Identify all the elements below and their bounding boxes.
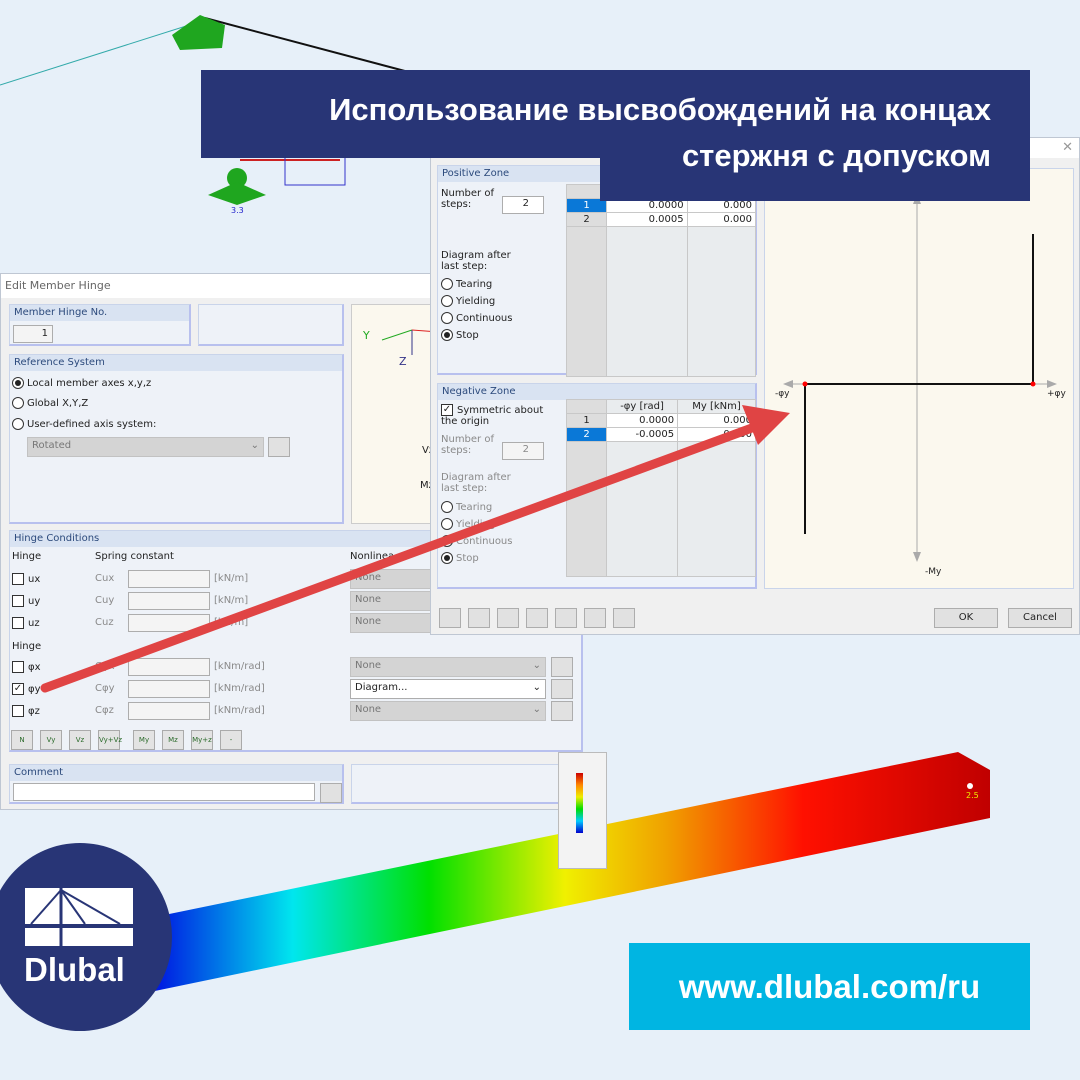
bridge-logo-icon [25, 888, 133, 946]
title-line-2: стержня с допуском [681, 138, 991, 173]
title-line-1: Использование высвобождений на концах [329, 92, 991, 127]
website-link[interactable]: www.dlubal.com/ru [629, 943, 1030, 1030]
